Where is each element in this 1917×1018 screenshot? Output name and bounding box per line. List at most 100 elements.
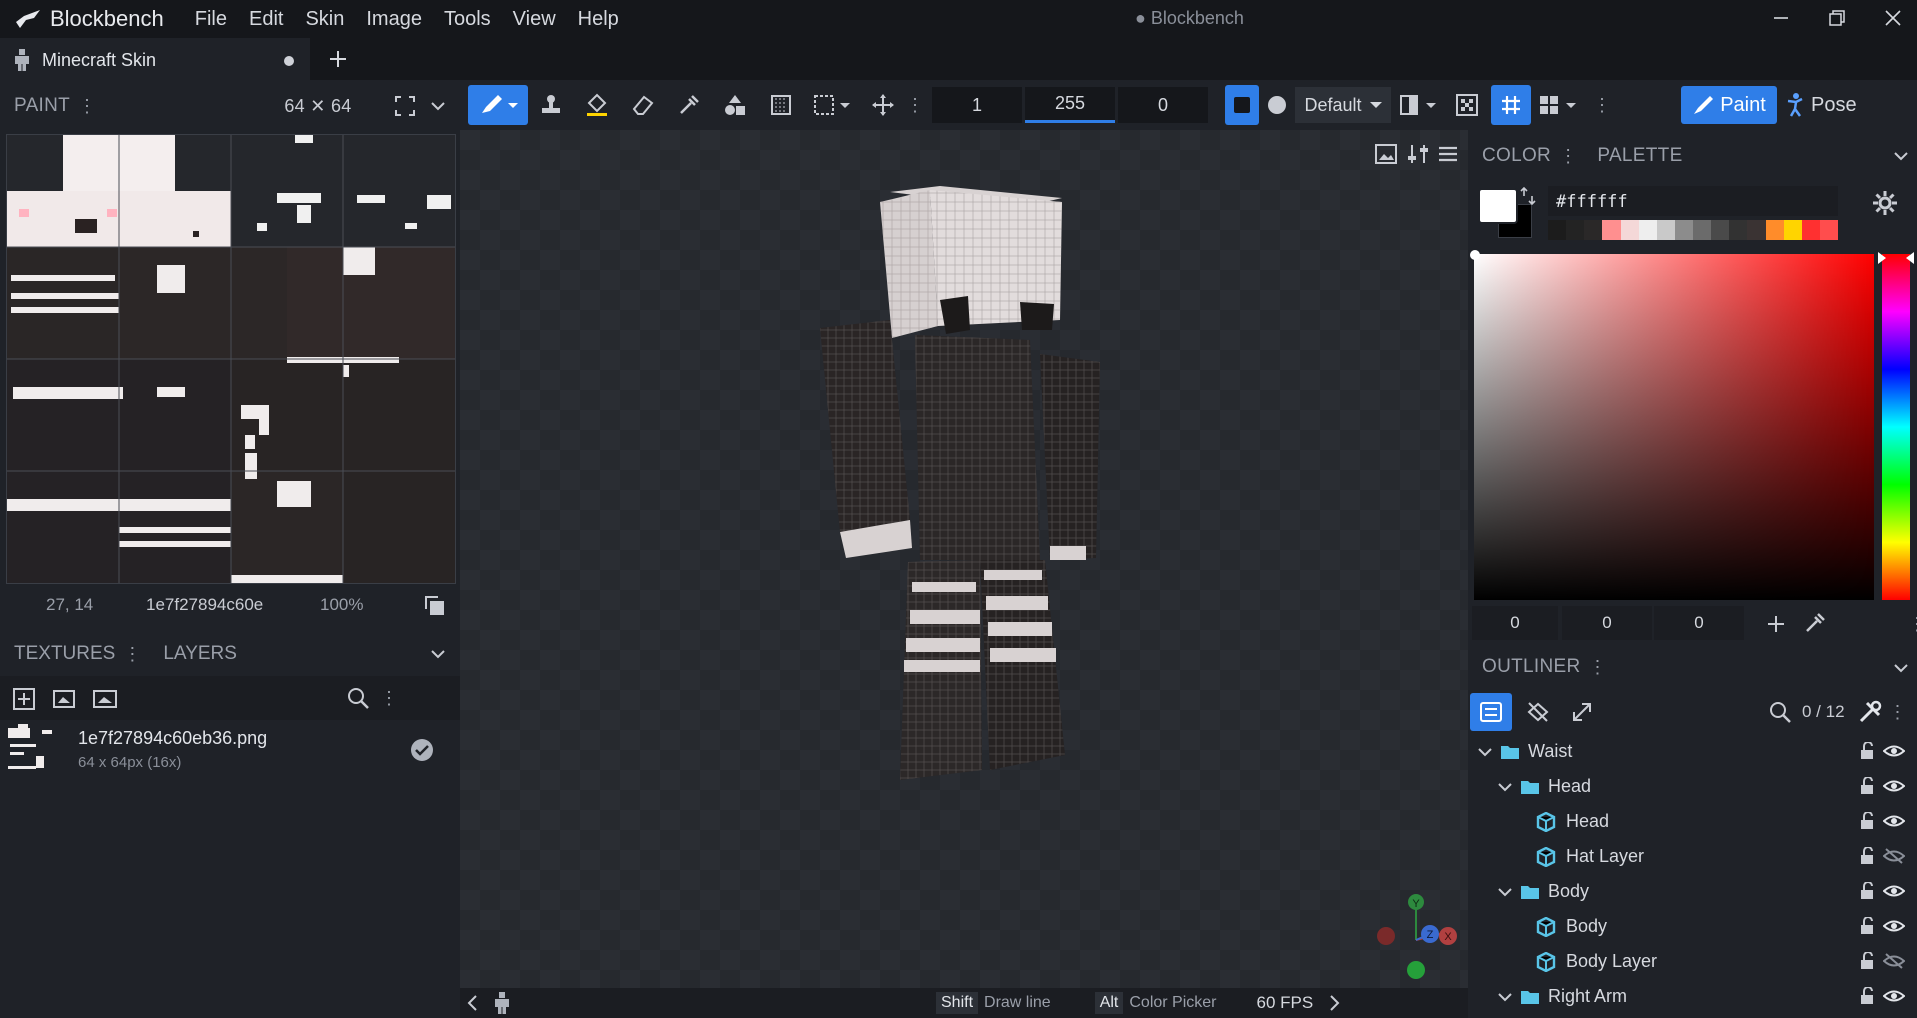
chevron-down-icon[interactable]: [1498, 780, 1512, 794]
tab-layers[interactable]: LAYERS: [163, 643, 237, 665]
primary-color-swatch[interactable]: [1478, 188, 1518, 224]
texture-folder-icon[interactable]: [92, 685, 120, 711]
outliner-view-button[interactable]: [1470, 693, 1512, 731]
saturation-picker[interactable]: [1470, 250, 1874, 600]
outliner-item[interactable]: Hat Layer: [1468, 839, 1917, 874]
outliner-item[interactable]: Body: [1468, 909, 1917, 944]
color-picker-tool[interactable]: [666, 85, 712, 125]
menu-image[interactable]: Image: [355, 8, 433, 31]
color-swatches[interactable]: [1476, 186, 1536, 242]
chevron-down-icon[interactable]: [1498, 990, 1512, 1004]
tab-color[interactable]: COLOR: [1482, 145, 1551, 167]
view-options-button[interactable]: [1406, 142, 1430, 166]
grid-toggle-button[interactable]: [1491, 85, 1531, 125]
selection-tool[interactable]: [804, 85, 860, 125]
red-value-input[interactable]: 0: [1472, 606, 1558, 640]
green-value-input[interactable]: 0: [1562, 606, 1652, 640]
menu-edit[interactable]: Edit: [238, 8, 294, 31]
kebab-icon[interactable]: ⋮: [1908, 614, 1917, 635]
outliner-item[interactable]: Body Layer: [1468, 944, 1917, 979]
kebab-icon[interactable]: ⋮: [1588, 657, 1606, 678]
unlock-icon[interactable]: [1859, 812, 1875, 830]
round-brush-button[interactable]: [1259, 85, 1295, 125]
hue-slider[interactable]: [1878, 252, 1914, 600]
eye-icon[interactable]: [1883, 777, 1905, 795]
eye-icon[interactable]: [1883, 882, 1905, 900]
gear-icon[interactable]: [1872, 190, 1898, 216]
eyedropper-icon[interactable]: [1804, 612, 1826, 634]
recent-color-swatch[interactable]: [1783, 220, 1802, 240]
gradient-tool[interactable]: [758, 85, 804, 125]
unlock-icon[interactable]: [1859, 777, 1875, 795]
recent-color-swatch[interactable]: [1620, 220, 1639, 240]
hex-color-input[interactable]: #ffffff: [1548, 186, 1838, 216]
menu-file[interactable]: File: [184, 8, 238, 31]
copy-icon[interactable]: [422, 593, 448, 617]
chevron-down-icon[interactable]: [430, 98, 446, 114]
search-icon[interactable]: [346, 686, 370, 710]
fullscreen-icon[interactable]: [394, 95, 416, 117]
unlock-icon[interactable]: [1859, 847, 1875, 865]
recent-color-swatch[interactable]: [1566, 220, 1585, 240]
pixel-grid-button[interactable]: [1447, 85, 1487, 125]
eraser-tool[interactable]: [620, 85, 666, 125]
hue-handle[interactable]: [1878, 252, 1914, 266]
add-color-icon[interactable]: [1766, 614, 1786, 634]
square-brush-button[interactable]: [1225, 85, 1259, 125]
tools-icon[interactable]: [1857, 699, 1883, 725]
recent-color-swatch[interactable]: [1711, 220, 1730, 240]
kebab-icon[interactable]: ⋮: [123, 644, 141, 665]
3d-viewport[interactable]: Y Z X: [460, 130, 1468, 1018]
chevron-down-icon[interactable]: [1893, 660, 1909, 676]
check-circle-icon[interactable]: [410, 738, 434, 762]
layout-button[interactable]: [1531, 85, 1587, 125]
recent-color-swatch[interactable]: [1602, 220, 1621, 240]
app-logo[interactable]: Blockbench: [14, 6, 164, 32]
menu-tools[interactable]: Tools: [433, 8, 502, 31]
eye-icon[interactable]: [1883, 812, 1905, 830]
chevron-down-icon[interactable]: [1478, 745, 1492, 759]
recent-color-swatch[interactable]: [1548, 220, 1567, 240]
background-image-button[interactable]: [1374, 142, 1398, 166]
eye-icon[interactable]: [1883, 917, 1905, 935]
recent-color-swatch[interactable]: [1584, 220, 1603, 240]
kebab-icon[interactable]: ⋮: [1889, 702, 1907, 723]
unlock-icon[interactable]: [1859, 952, 1875, 970]
chevron-right-icon[interactable]: [1327, 994, 1341, 1012]
expand-icon[interactable]: [1570, 700, 1594, 724]
import-texture-icon[interactable]: [52, 685, 78, 711]
recent-color-swatch[interactable]: [1693, 220, 1712, 240]
recent-color-swatch[interactable]: [1765, 220, 1784, 240]
clone-stamp-tool[interactable]: [528, 85, 574, 125]
tab-palette[interactable]: PALETTE: [1597, 145, 1682, 167]
opacity-input[interactable]: 255: [1025, 87, 1115, 123]
recent-color-swatch[interactable]: [1747, 220, 1766, 240]
skin-figure-icon[interactable]: [494, 992, 510, 1014]
close-button[interactable]: [1879, 4, 1907, 32]
unlock-icon[interactable]: [1859, 882, 1875, 900]
outliner-item[interactable]: Head: [1468, 804, 1917, 839]
menu-view[interactable]: View: [502, 8, 567, 31]
outliner-item[interactable]: Head: [1468, 769, 1917, 804]
eye-icon[interactable]: [1883, 742, 1905, 760]
chevron-down-icon[interactable]: [1893, 148, 1909, 164]
outliner-item[interactable]: Waist: [1468, 734, 1917, 769]
recent-color-swatch[interactable]: [1729, 220, 1748, 240]
maximize-button[interactable]: [1823, 4, 1851, 32]
outliner-item[interactable]: Right Arm: [1468, 979, 1917, 1014]
brush-size-input[interactable]: 1: [932, 87, 1022, 123]
unsaved-dot-icon[interactable]: [284, 56, 294, 66]
unlock-icon[interactable]: [1859, 917, 1875, 935]
minimize-button[interactable]: [1767, 4, 1795, 32]
new-tab-button[interactable]: [318, 38, 358, 80]
softness-input[interactable]: 0: [1118, 87, 1208, 123]
uv-texture-canvas[interactable]: [6, 134, 456, 584]
eye-off-icon[interactable]: [1883, 847, 1905, 865]
chevron-down-icon[interactable]: [1498, 885, 1512, 899]
toggle-visibility-icon[interactable]: [1526, 700, 1550, 724]
saturation-handle[interactable]: [1470, 250, 1480, 260]
chevron-left-icon[interactable]: [466, 994, 480, 1012]
swap-colors-icon[interactable]: [1520, 186, 1538, 206]
recent-color-swatch[interactable]: [1801, 220, 1820, 240]
paint-mode-button[interactable]: Paint: [1681, 86, 1777, 124]
